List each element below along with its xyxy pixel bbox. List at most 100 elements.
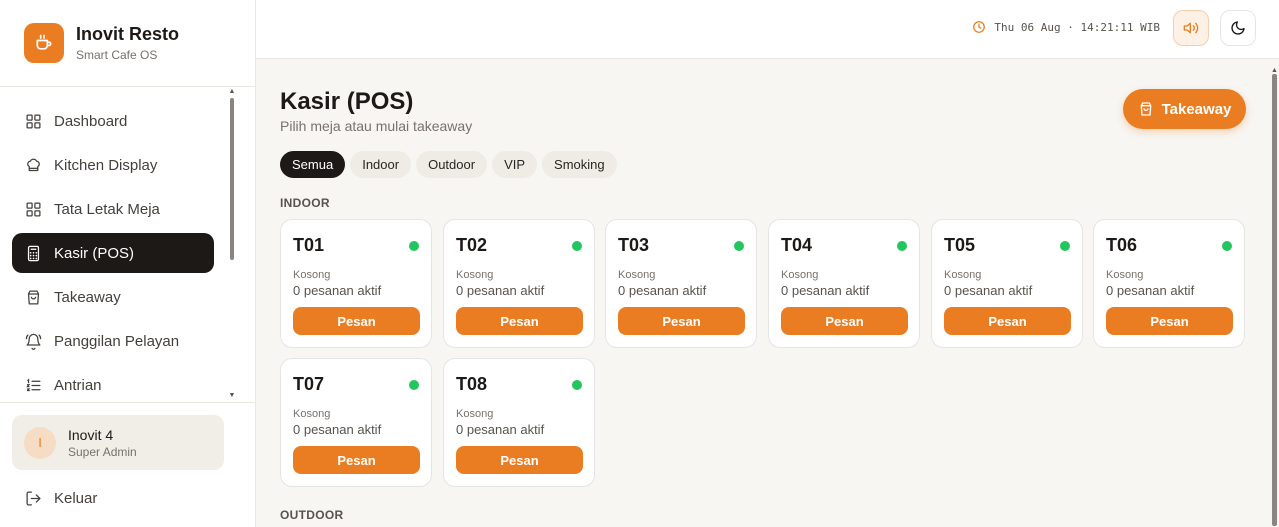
- table-name: T01: [293, 235, 325, 255]
- order-button[interactable]: Pesan: [293, 446, 420, 474]
- theme-toggle-button[interactable]: [1220, 10, 1256, 46]
- main-content: Kasir (POS) Pilih meja atau mulai takeaw…: [256, 60, 1279, 527]
- logout-button[interactable]: Keluar: [24, 489, 97, 507]
- calculator-icon: [24, 244, 42, 262]
- table-card-t01[interactable]: T01 Kosong 0 pesanan aktif Pesan: [280, 219, 432, 348]
- filter-chips: Semua Indoor Outdoor VIP Smoking: [280, 151, 622, 178]
- sidebar-item-takeaway[interactable]: Takeaway: [12, 277, 214, 317]
- table-orders: 0 pesanan aktif: [944, 283, 1033, 298]
- table-card-t04[interactable]: T04 Kosong 0 pesanan aktif Pesan: [768, 219, 920, 348]
- table-name: T03: [618, 235, 650, 255]
- order-button[interactable]: Pesan: [618, 307, 745, 335]
- user-card[interactable]: I Inovit 4 Super Admin: [12, 415, 224, 470]
- main-scroll-thumb[interactable]: [1272, 74, 1277, 526]
- status-dot: [734, 241, 744, 251]
- scroll-up-icon[interactable]: ▲: [228, 88, 236, 96]
- table-card-t05[interactable]: T05 Kosong 0 pesanan aktif Pesan: [931, 219, 1083, 348]
- sidebar: Inovit Resto Smart Cafe OS Dashboard Kit…: [0, 0, 256, 527]
- table-card-t07[interactable]: T07 Kosong 0 pesanan aktif Pesan: [280, 358, 432, 487]
- grid-icon: [24, 112, 42, 130]
- sidebar-item-dashboard[interactable]: Dashboard: [12, 101, 214, 141]
- sidebar-item-panggilan-pelayan[interactable]: Panggilan Pelayan: [12, 321, 214, 361]
- list-icon: [24, 376, 42, 394]
- page-subtitle: Pilih meja atau mulai takeaway: [280, 118, 473, 134]
- order-button[interactable]: Pesan: [1106, 307, 1233, 335]
- status-dot: [1060, 241, 1070, 251]
- order-button[interactable]: Pesan: [456, 446, 583, 474]
- takeaway-button[interactable]: Takeaway: [1123, 89, 1246, 129]
- table-name: T08: [456, 374, 488, 394]
- table-orders: 0 pesanan aktif: [618, 283, 707, 298]
- layout-grid-icon: [24, 200, 42, 218]
- page-title: Kasir (POS): [280, 88, 414, 115]
- sidebar-item-label: Takeaway: [54, 288, 121, 306]
- table-status: Kosong: [456, 408, 494, 420]
- status-dot: [409, 380, 419, 390]
- bell-icon: [24, 332, 42, 350]
- datetime-display: Thu 06 Aug · 14:21:11 WIB: [972, 20, 1160, 34]
- table-card-t02[interactable]: T02 Kosong 0 pesanan aktif Pesan: [443, 219, 595, 348]
- table-orders: 0 pesanan aktif: [293, 422, 382, 437]
- table-status: Kosong: [293, 269, 331, 281]
- table-status: Kosong: [456, 269, 494, 281]
- table-name: T04: [781, 235, 813, 255]
- shopping-bag-icon: [1138, 101, 1154, 117]
- status-dot: [409, 241, 419, 251]
- table-status: Kosong: [781, 269, 819, 281]
- user-role: Super Admin: [68, 444, 137, 459]
- top-header: Thu 06 Aug · 14:21:11 WIB: [256, 0, 1279, 59]
- sidebar-item-kasir-pos[interactable]: Kasir (POS): [12, 233, 214, 273]
- sound-toggle-button[interactable]: [1173, 10, 1209, 46]
- filter-semua[interactable]: Semua: [280, 151, 346, 178]
- status-dot: [572, 380, 582, 390]
- order-button[interactable]: Pesan: [293, 307, 420, 335]
- table-name: T06: [1106, 235, 1138, 255]
- scroll-down-icon[interactable]: ▼: [228, 392, 236, 400]
- moon-icon: [1230, 20, 1246, 36]
- table-orders: 0 pesanan aktif: [456, 422, 545, 437]
- order-button[interactable]: Pesan: [944, 307, 1071, 335]
- chef-hat-icon: [24, 156, 42, 174]
- order-button[interactable]: Pesan: [456, 307, 583, 335]
- status-dot: [897, 241, 907, 251]
- sidebar-item-label: Kitchen Display: [54, 156, 158, 174]
- table-name: T05: [944, 235, 976, 255]
- table-card-t08[interactable]: T08 Kosong 0 pesanan aktif Pesan: [443, 358, 595, 487]
- sidebar-item-tata-letak-meja[interactable]: Tata Letak Meja: [12, 189, 214, 229]
- section-label-outdoor: OUTDOOR: [280, 508, 344, 522]
- sidebar-scroll-thumb[interactable]: [230, 98, 234, 260]
- coffee-cup-icon: [24, 23, 64, 63]
- table-card-t03[interactable]: T03 Kosong 0 pesanan aktif Pesan: [605, 219, 757, 348]
- brand-name: Inovit Resto: [76, 24, 180, 44]
- table-status: Kosong: [618, 269, 656, 281]
- brand-subtitle: Smart Cafe OS: [76, 48, 158, 62]
- table-status: Kosong: [1106, 269, 1144, 281]
- sidebar-item-label: Panggilan Pelayan: [54, 332, 180, 350]
- order-button[interactable]: Pesan: [781, 307, 908, 335]
- main-scrollbar[interactable]: ▲: [1270, 67, 1279, 527]
- table-status: Kosong: [293, 408, 331, 420]
- takeaway-label: Takeaway: [1161, 100, 1232, 118]
- filter-smoking[interactable]: Smoking: [542, 151, 617, 178]
- table-orders: 0 pesanan aktif: [781, 283, 870, 298]
- logout-icon: [24, 489, 42, 507]
- user-name: Inovit 4: [68, 426, 114, 443]
- sidebar-item-antrian[interactable]: Antrian: [12, 365, 214, 405]
- sidebar-scrollbar[interactable]: ▲ ▼: [228, 88, 236, 402]
- brand: Inovit Resto Smart Cafe OS: [0, 0, 255, 87]
- sidebar-item-label: Tata Letak Meja: [54, 200, 160, 218]
- section-label-indoor: INDOOR: [280, 196, 330, 210]
- filter-indoor[interactable]: Indoor: [350, 151, 412, 178]
- table-orders: 0 pesanan aktif: [1106, 283, 1195, 298]
- table-card-t06[interactable]: T06 Kosong 0 pesanan aktif Pesan: [1093, 219, 1245, 348]
- speaker-icon: [1183, 20, 1199, 36]
- sidebar-nav: Dashboard Kitchen Display Tata Letak Mej…: [12, 101, 214, 409]
- clock-icon: [972, 20, 986, 34]
- sidebar-item-label: Antrian: [54, 376, 102, 394]
- filter-vip[interactable]: VIP: [492, 151, 538, 178]
- sidebar-item-label: Kasir (POS): [54, 244, 135, 262]
- sidebar-item-kitchen-display[interactable]: Kitchen Display: [12, 145, 214, 185]
- datetime-text: Thu 06 Aug · 14:21:11 WIB: [994, 20, 1160, 34]
- status-dot: [572, 241, 582, 251]
- filter-outdoor[interactable]: Outdoor: [416, 151, 488, 178]
